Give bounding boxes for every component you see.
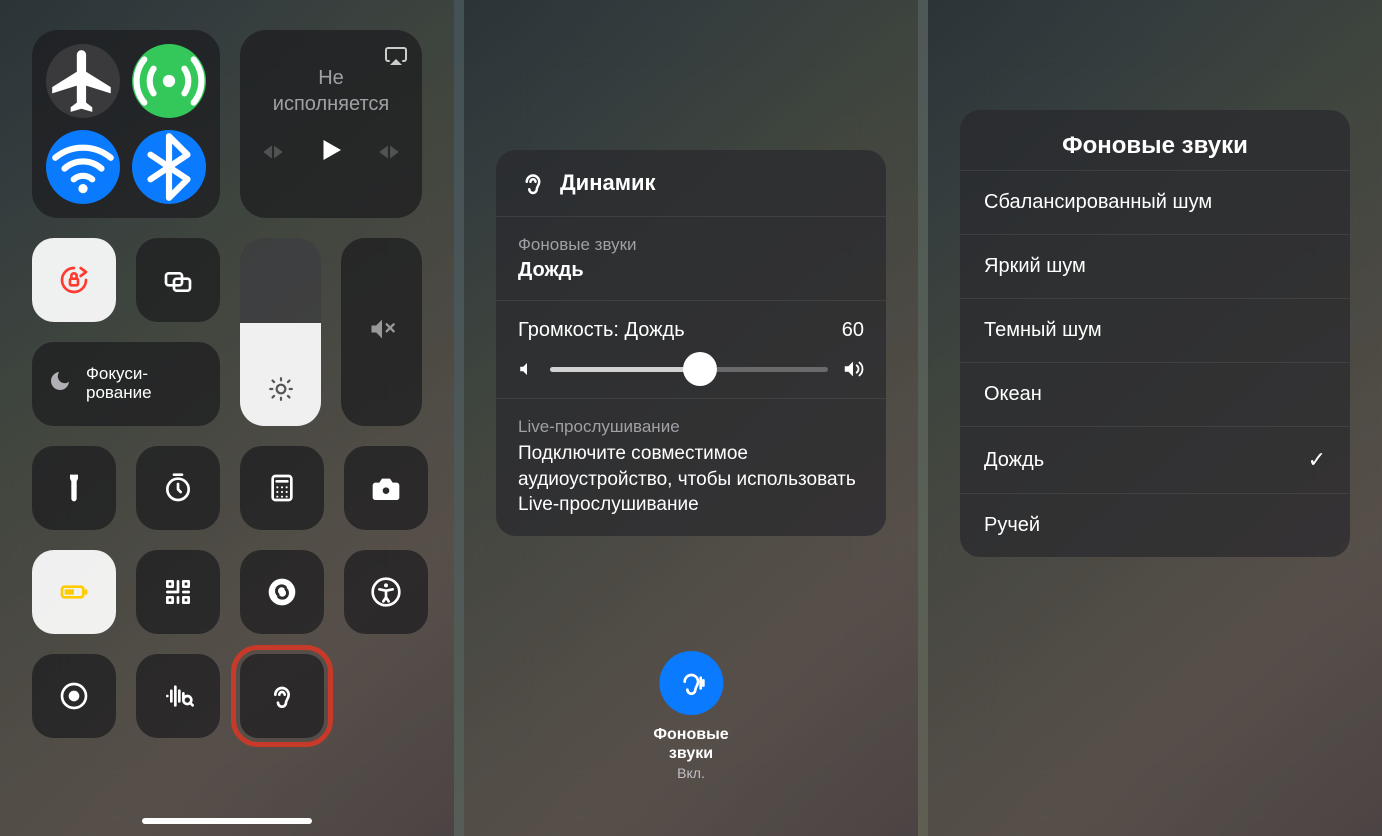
accessibility-icon [370,576,402,608]
rotation-lock-icon [58,264,90,296]
list-item[interactable]: Сбалансированный шум [960,170,1350,234]
camera-button[interactable] [344,446,428,530]
camera-icon [370,472,402,504]
wifi-toggle[interactable] [46,130,120,204]
volume-mute-icon [368,315,396,349]
list-item[interactable]: Ручей [960,493,1350,557]
volume-section: Громкость: Дождь 60 [496,301,886,399]
bg-sound-value: Дождь [518,259,864,282]
sound-option-label: Темный шум [984,319,1102,342]
sound-option-label: Океан [984,383,1042,406]
flashlight-icon [58,472,90,504]
hearing-detail-screen: Динамик Фоновые звуки Дождь Громкость: Д… [464,0,918,836]
volume-value: 60 [842,319,864,342]
qr-scanner-button[interactable] [136,550,220,634]
sound-option-label: Сбалансированный шум [984,191,1212,214]
rotation-lock-toggle[interactable] [32,238,116,322]
live-listen-desc: Подключите совместимое аудиоустройство, … [518,441,864,518]
focus-mode-button[interactable]: Фокуси- рование [32,342,220,426]
background-sounds-toggle[interactable]: Фоновые звуки Вкл. [653,651,728,781]
qr-icon [162,576,194,608]
volume-low-icon [518,360,536,378]
bg-sounds-button-label: Фоновые звуки [653,725,728,763]
wifi-icon [46,130,120,204]
ear-icon [518,168,548,198]
home-indicator[interactable] [142,818,312,824]
shazam-icon [266,576,298,608]
device-header: Динамик [496,150,886,217]
background-sound-row[interactable]: Фоновые звуки Дождь [496,217,886,301]
volume-label: Громкость: Дождь [518,319,685,342]
low-power-mode-toggle[interactable] [32,550,116,634]
hearing-button[interactable] [240,654,324,738]
screen-record-button[interactable] [32,654,116,738]
sound-recognition-button[interactable] [136,654,220,738]
control-center-screen: Не исполняется [0,0,454,836]
list-item[interactable]: Яркий шум [960,234,1350,298]
ear-waves-icon [675,667,707,699]
play-icon[interactable] [316,135,346,173]
bg-sounds-label: Фоновые звуки [518,235,864,255]
antenna-icon [132,44,206,118]
live-listen-section: Live-прослушивание Подключите совместимо… [496,399,886,536]
bg-volume-slider[interactable] [550,367,828,372]
list-item[interactable]: Темный шум [960,298,1350,362]
hearing-card: Динамик Фоновые звуки Дождь Громкость: Д… [496,150,886,536]
battery-icon [58,576,90,608]
list-item[interactable]: Дождь ✓ [960,426,1350,493]
cellular-data-toggle[interactable] [132,44,206,118]
focus-label: Фокуси- рование [86,365,152,402]
sound-selection-screen: Фоновые звуки Сбалансированный шум Яркий … [928,0,1382,836]
screen-mirror-icon [162,264,194,296]
timer-button[interactable] [136,446,220,530]
brightness-icon [268,376,294,408]
sound-waves-icon [162,680,194,712]
record-icon [58,680,90,712]
sound-list-card: Фоновые звуки Сбалансированный шум Яркий … [960,110,1350,557]
media-playback-tile[interactable]: Не исполняется [240,30,422,218]
prev-track-icon[interactable] [260,139,286,170]
sound-list-title: Фоновые звуки [960,110,1350,170]
bluetooth-icon [132,130,206,204]
media-status: Не исполняется [273,65,389,117]
next-track-icon[interactable] [376,139,402,170]
sound-option-label: Ручей [984,514,1040,537]
shazam-button[interactable] [240,550,324,634]
sound-option-label: Дождь [984,449,1044,472]
connectivity-group[interactable] [32,30,220,218]
sound-option-label: Яркий шум [984,255,1086,278]
accessibility-shortcut-button[interactable] [344,550,428,634]
flashlight-button[interactable] [32,446,116,530]
live-listen-title: Live-прослушивание [518,417,864,437]
timer-icon [162,472,194,504]
brightness-slider[interactable] [240,238,321,426]
list-item[interactable]: Океан [960,362,1350,426]
volume-high-icon [842,358,864,380]
ear-icon [266,680,298,712]
airplay-icon[interactable] [384,44,408,73]
calculator-icon [266,472,298,504]
calculator-button[interactable] [240,446,324,530]
volume-slider[interactable] [341,238,422,426]
screen-mirroring-button[interactable] [136,238,220,322]
bg-sounds-button-state: Вкл. [653,765,728,781]
checkmark-icon: ✓ [1308,447,1326,473]
moon-icon [48,369,72,399]
device-name: Динамик [560,170,656,196]
airplane-mode-toggle[interactable] [46,44,120,118]
bluetooth-toggle[interactable] [132,130,206,204]
airplane-icon [46,44,120,118]
